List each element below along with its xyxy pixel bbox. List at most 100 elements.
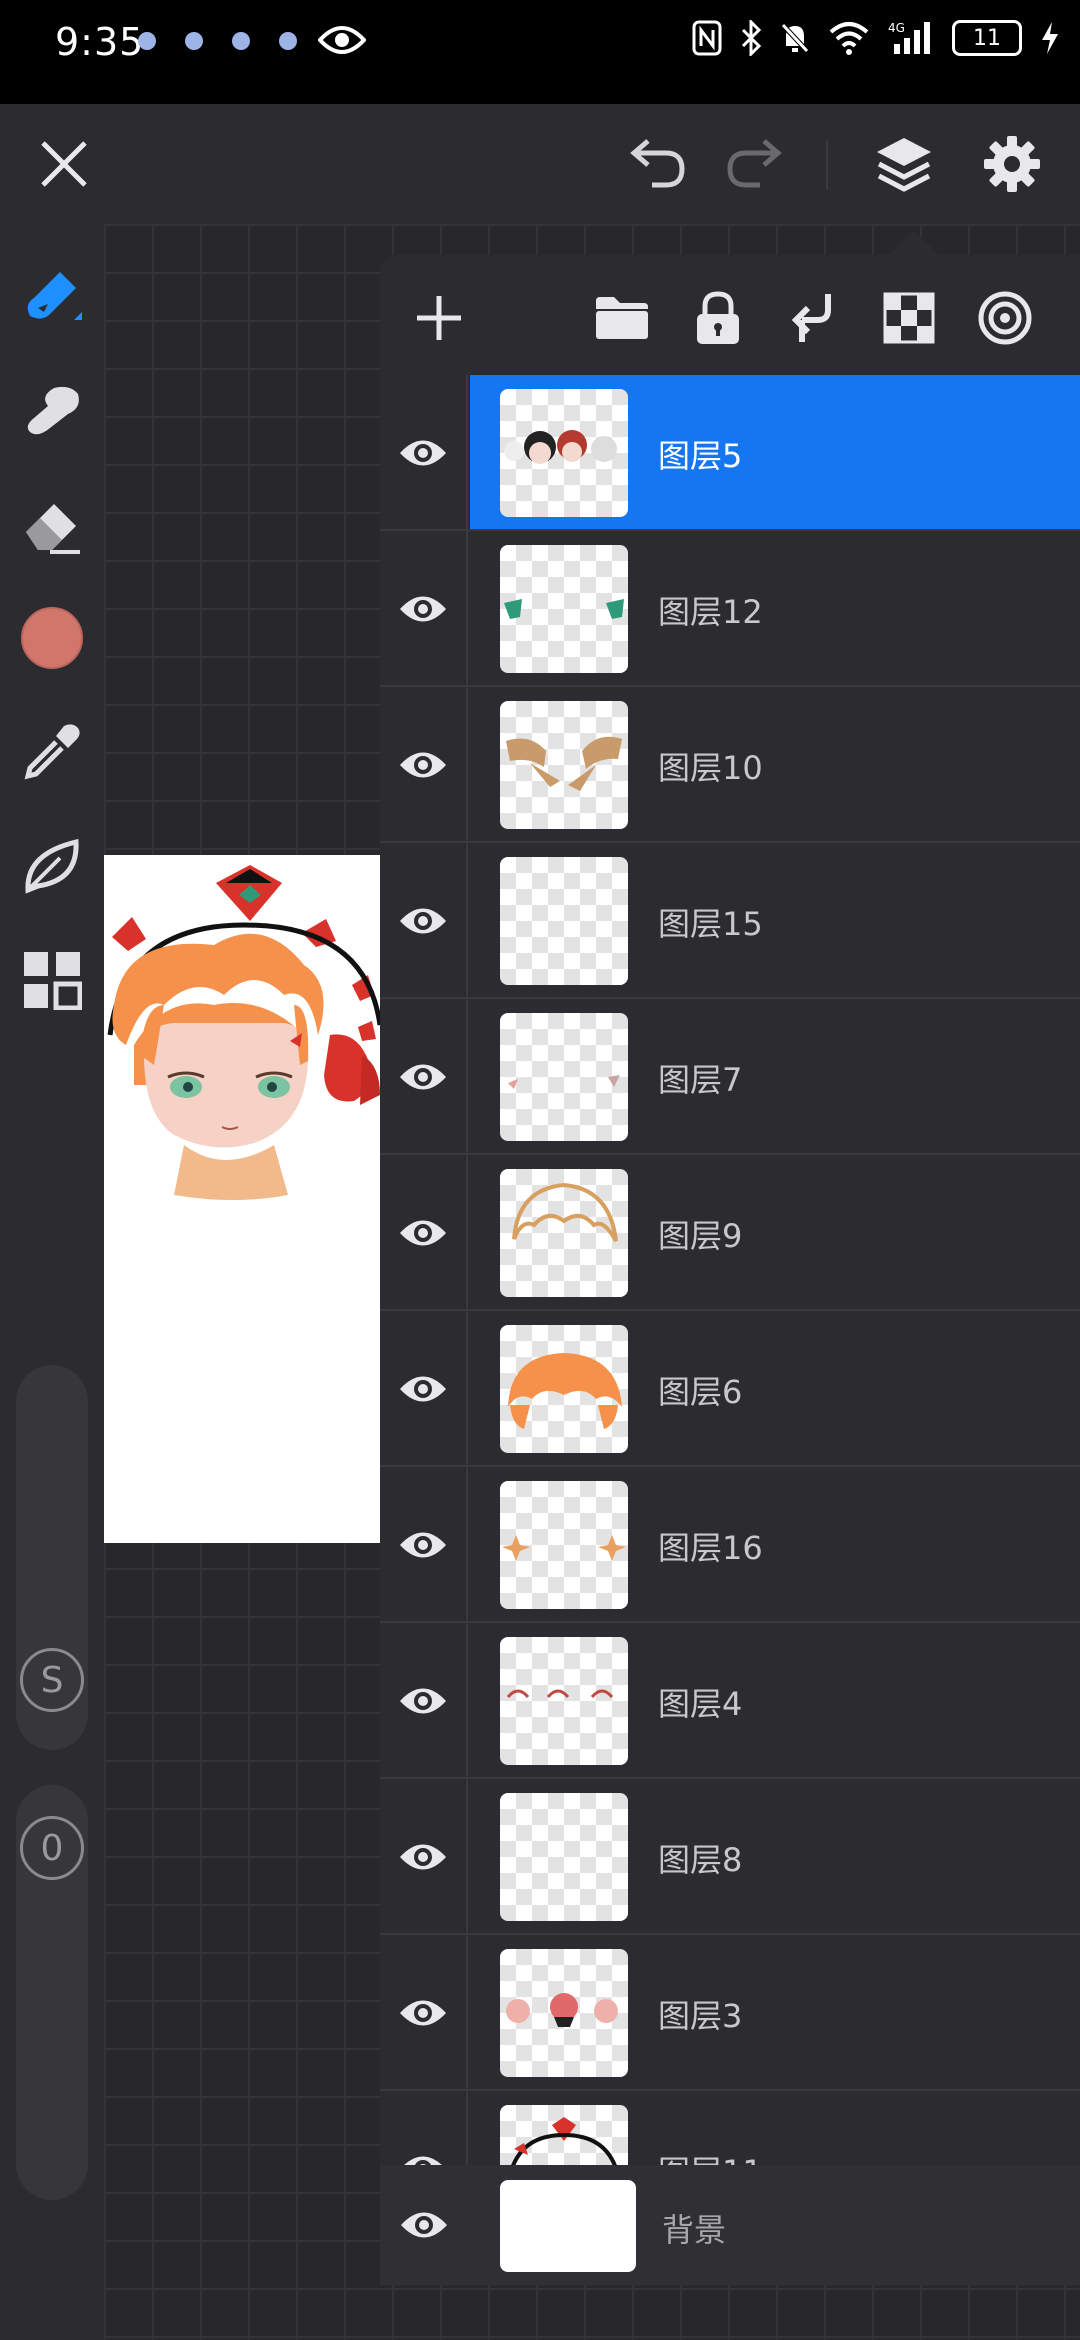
layer-main[interactable]: 图层15 xyxy=(470,843,1080,997)
layer-thumbnail xyxy=(500,1013,628,1141)
notification-icon xyxy=(138,32,156,50)
status-bar: 9:35 4G 11 xyxy=(0,0,1080,104)
layer-name: 图层4 xyxy=(658,1685,743,1723)
visibility-eye-icon[interactable] xyxy=(380,2091,468,2165)
merge-down-icon[interactable] xyxy=(778,283,848,353)
layer-thumbnail xyxy=(500,545,628,673)
layer-thumbnail xyxy=(500,1325,628,1453)
layer-row[interactable]: 图层3 xyxy=(380,1935,1080,2091)
layer-main[interactable]: 图层5 xyxy=(470,375,1080,529)
target-icon[interactable] xyxy=(970,283,1040,353)
layer-thumbnail xyxy=(500,1481,628,1609)
eraser-icon[interactable] xyxy=(14,486,90,562)
layer-name: 图层6 xyxy=(658,1373,743,1411)
layer-main[interactable]: 图层8 xyxy=(470,1779,1080,1933)
layer-row[interactable]: 图层8 xyxy=(380,1779,1080,1935)
layer-main[interactable]: 图层3 xyxy=(470,1935,1080,2089)
shape-icon[interactable] xyxy=(14,828,90,904)
layer-name: 图层16 xyxy=(658,1529,763,1567)
lock-icon[interactable] xyxy=(683,283,753,353)
redo-icon[interactable] xyxy=(716,128,792,200)
visibility-eye-icon[interactable] xyxy=(380,2165,468,2285)
layer-main[interactable]: 图层11 xyxy=(470,2091,1080,2165)
notification-icon xyxy=(185,32,203,50)
layer-main[interactable]: 图层12 xyxy=(470,531,1080,685)
layer-row[interactable]: 图层12 xyxy=(380,531,1080,687)
panel-pointer xyxy=(888,230,940,256)
layer-main[interactable]: 图层4 xyxy=(470,1623,1080,1777)
smudge-icon[interactable] xyxy=(14,372,90,448)
visibility-eye-icon[interactable] xyxy=(380,1623,468,1779)
visibility-eye-icon[interactable] xyxy=(380,1779,468,1935)
layer-row[interactable]: 图层4 xyxy=(380,1623,1080,1779)
visibility-eye-icon[interactable] xyxy=(380,843,468,999)
visibility-eye-icon[interactable] xyxy=(380,999,468,1155)
gear-icon[interactable] xyxy=(974,126,1050,202)
mute-icon xyxy=(780,22,810,54)
wifi-icon xyxy=(829,22,869,55)
layer-row[interactable]: 图层7 xyxy=(380,999,1080,1155)
visibility-eye-icon[interactable] xyxy=(380,1467,468,1623)
status-time: 9:35 xyxy=(55,20,145,64)
notification-icon xyxy=(232,32,250,50)
notification-icon xyxy=(279,32,297,50)
app-root: 9:35 4G 11 S 0 图层5 图层12 图层10 图层15 图层7 图层… xyxy=(0,0,1080,2340)
layer-name: 图层11 xyxy=(658,2147,763,2165)
layer-row[interactable]: 图层11 xyxy=(380,2091,1080,2165)
layer-thumbnail xyxy=(500,1169,628,1297)
layer-thumbnail xyxy=(500,1637,628,1765)
layer-thumbnail xyxy=(500,2105,628,2165)
visibility-eye-icon[interactable] xyxy=(380,375,468,531)
close-icon[interactable] xyxy=(28,128,100,200)
signal-icon: 4G xyxy=(888,21,930,54)
battery-level: 11 xyxy=(973,25,1001,51)
layer-main[interactable]: 图层6 xyxy=(470,1311,1080,1465)
layers-panel: 图层5 图层12 图层10 图层15 图层7 图层9 图层6 图层16 图层4 图层8 图层3 图层1… xyxy=(380,255,1080,2285)
eyedropper-icon[interactable] xyxy=(14,714,90,790)
layer-name: 图层15 xyxy=(658,905,763,943)
visibility-eye-icon[interactable] xyxy=(380,531,468,687)
layer-main[interactable]: 图层7 xyxy=(470,999,1080,1153)
background-layer-row[interactable]: 背景 xyxy=(380,2165,1080,2285)
artwork-canvas[interactable] xyxy=(104,855,380,1543)
layers-icon[interactable] xyxy=(866,126,942,202)
layer-name: 图层10 xyxy=(658,749,763,787)
layer-thumbnail xyxy=(500,857,628,985)
checker-icon[interactable] xyxy=(874,283,944,353)
layer-row[interactable]: 图层15 xyxy=(380,843,1080,999)
layer-thumbnail xyxy=(500,701,628,829)
undo-icon[interactable] xyxy=(620,128,696,200)
layer-thumbnail xyxy=(500,1793,628,1921)
grid-icon[interactable] xyxy=(14,942,90,1018)
charging-icon xyxy=(1042,22,1058,54)
nfc-icon xyxy=(692,20,722,56)
color-picker-button[interactable] xyxy=(14,600,90,676)
add-layer-icon[interactable] xyxy=(404,283,474,353)
folder-icon[interactable] xyxy=(587,283,657,353)
layer-main[interactable]: 图层10 xyxy=(470,687,1080,841)
layer-name: 图层5 xyxy=(658,437,743,475)
visibility-eye-icon[interactable] xyxy=(380,1935,468,2091)
layer-name: 图层7 xyxy=(658,1061,743,1099)
visibility-eye-icon[interactable] xyxy=(380,1155,468,1311)
background-layer-name: 背景 xyxy=(662,2211,727,2249)
layer-row[interactable]: 图层6 xyxy=(380,1311,1080,1467)
layers-panel-header xyxy=(380,255,1080,375)
background-thumbnail xyxy=(500,2180,636,2272)
layer-row[interactable]: 图层16 xyxy=(380,1467,1080,1623)
toolbar-divider xyxy=(826,140,828,190)
layer-main[interactable]: 图层9 xyxy=(470,1155,1080,1309)
layer-thumbnail xyxy=(500,389,628,517)
visibility-eye-icon[interactable] xyxy=(380,687,468,843)
layer-row[interactable]: 图层10 xyxy=(380,687,1080,843)
visibility-eye-icon[interactable] xyxy=(380,1311,468,1467)
layers-list: 图层5 图层12 图层10 图层15 图层7 图层9 图层6 图层16 图层4 图层8 图层3 图层1… xyxy=(380,375,1080,2165)
layer-name: 图层12 xyxy=(658,593,763,631)
size-label[interactable]: S xyxy=(20,1648,84,1712)
brush-icon[interactable] xyxy=(14,258,90,334)
layer-main[interactable]: 图层16 xyxy=(470,1467,1080,1621)
layer-row[interactable]: 图层9 xyxy=(380,1155,1080,1311)
eye-icon xyxy=(318,26,366,54)
opacity-label[interactable]: 0 xyxy=(20,1816,84,1880)
layer-row[interactable]: 图层5 xyxy=(380,375,1080,531)
